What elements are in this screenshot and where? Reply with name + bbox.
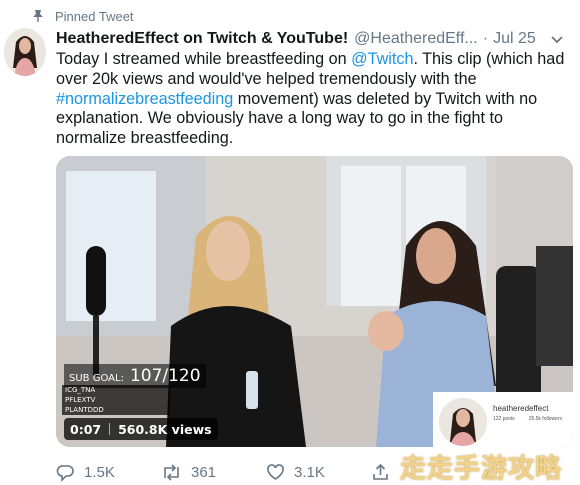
list-item: PFLEXTV [62, 395, 170, 405]
sub-name: PFLEXTV [65, 396, 96, 404]
recent-subs-list: ICG_TNA PFLEXTV PLANTDDD [62, 385, 170, 415]
heart-icon [267, 463, 284, 480]
sub-goal-label: SUB GOAL: [69, 373, 124, 384]
tweet-header: HeatheredEffect on Twitch & YouTube! @He… [56, 28, 566, 50]
sub-goal-value: 107/120 [129, 366, 201, 386]
like-button[interactable]: 3.1K [266, 463, 371, 482]
mention-link[interactable]: @Twitch [351, 50, 413, 68]
reply-button[interactable]: 1.5K [56, 463, 161, 482]
separator: · [482, 30, 489, 47]
author-avatar[interactable] [4, 28, 46, 76]
sub-name: PLANTDDD [65, 406, 104, 414]
list-item: ICG_TNA [62, 385, 170, 395]
pinned-text: Pinned Tweet [55, 8, 134, 24]
list-item: PLANTDDD [62, 405, 170, 415]
retweet-count: 361 [191, 463, 217, 481]
tweet-video[interactable]: SUB GOAL: 107/120 ICG_TNA PFLEXTV PLANTD… [56, 156, 573, 447]
author-display-name[interactable]: HeatheredEffect on Twitch & YouTube! [56, 30, 348, 48]
divider [109, 423, 111, 435]
video-duration: 0:07 [70, 421, 102, 437]
reply-count: 1.5K [84, 463, 115, 481]
author-handle[interactable]: @HeatheredEff... [354, 30, 478, 48]
retweet-button[interactable]: 361 [161, 463, 266, 482]
cam-stat: 25.5k followers [528, 416, 563, 422]
profile-cam-overlay: heatheredeffect 122 posts 25.5k follower… [433, 392, 573, 447]
retweet-icon [164, 463, 179, 481]
sub-name: ICG_TNA [65, 386, 96, 394]
pin-icon [31, 9, 45, 23]
tweet-text-part: Today I streamed while breastfeeding on [56, 50, 352, 68]
like-count: 3.1K [294, 463, 325, 481]
cam-avatar [439, 398, 487, 446]
watermark-text: 走走手游攻略 [400, 453, 563, 483]
hashtag-link[interactable]: #normalizebreastfeeding [56, 90, 233, 108]
video-views: 560.8K views [118, 421, 212, 437]
pinned-tweet-label: Pinned Tweet [31, 6, 134, 26]
cam-profile-name: heatheredeffect [493, 404, 549, 413]
cam-profile-stats: 122 posts 25.5k followers [493, 416, 562, 422]
reply-icon [56, 464, 74, 482]
tweet-text: Today I streamed while breastfeeding on … [56, 50, 572, 149]
video-info-bar: 0:07 560.8K views [64, 418, 218, 440]
tweet-date[interactable]: Jul 25 [493, 30, 536, 48]
share-icon [373, 463, 388, 480]
chevron-down-icon[interactable] [548, 30, 566, 48]
cam-stat: 122 posts [493, 416, 515, 422]
